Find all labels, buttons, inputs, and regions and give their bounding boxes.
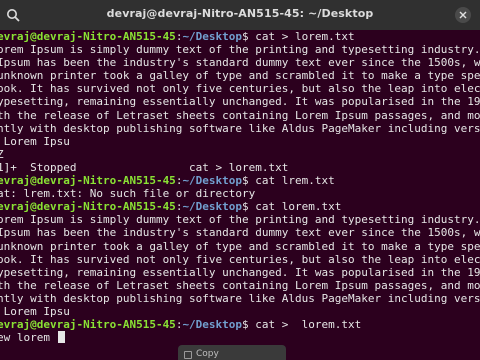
prompt-path: ~/Desktop bbox=[182, 30, 243, 43]
terminal-output[interactable]: evraj@devraj-Nitro-AN515-45:~/Desktop$ c… bbox=[0, 30, 480, 360]
command-text: cat > lorem.txt bbox=[248, 318, 362, 332]
command-text: cat lrem.txt bbox=[248, 174, 335, 188]
output-line: unknown printer took a galley of type an… bbox=[0, 239, 480, 253]
prompt-line: evraj@devraj-Nitro-AN515-45:~/Desktop$ c… bbox=[0, 200, 480, 213]
prompt-user: evraj@devraj-Nitro-AN515-45 bbox=[0, 318, 176, 332]
copy-tooltip[interactable]: Copy bbox=[178, 345, 286, 360]
output-line: Ipsum has been the industry's standard d… bbox=[0, 226, 480, 240]
prompt-line: evraj@devraj-Nitro-AN515-45:~/Desktop$ c… bbox=[0, 318, 480, 331]
text-cursor bbox=[57, 331, 65, 344]
command-text: cat > lorem.txt bbox=[248, 30, 355, 43]
output-line: th the release of Letraset sheets contai… bbox=[0, 278, 480, 292]
command-text: cat lorem.txt bbox=[248, 200, 342, 214]
output-line: 1]+ Stopped cat > lorem.txt bbox=[0, 160, 289, 174]
close-button[interactable] bbox=[452, 4, 474, 26]
output-line: at: lrem.txt: No such file or directory bbox=[0, 187, 256, 201]
prompt-user: evraj@devraj-Nitro-AN515-45 bbox=[0, 174, 176, 188]
prompt-symbol: $ bbox=[242, 318, 249, 332]
terminal-window: devraj@devraj-Nitro-AN515-45: ~/Desktop … bbox=[0, 0, 480, 360]
output-line: ypesetting, remaining essentially unchan… bbox=[0, 95, 480, 109]
output-line: th the release of Letraset sheets contai… bbox=[0, 108, 480, 122]
prompt-path: ~/Desktop bbox=[182, 318, 243, 332]
prompt-user: evraj@devraj-Nitro-AN515-45 bbox=[0, 30, 176, 43]
window-title: devraj@devraj-Nitro-AN515-45: ~/Desktop bbox=[106, 7, 374, 20]
output-line: ypesetting, remaining essentially unchan… bbox=[0, 265, 480, 279]
output-line: Lorem Ipsu bbox=[0, 134, 70, 148]
prompt-path: ~/Desktop bbox=[182, 174, 243, 188]
copy-tooltip-label: Copy bbox=[196, 349, 219, 359]
copy-icon bbox=[184, 351, 192, 359]
output-line: orem Ipsum is simply dummy text of the p… bbox=[0, 213, 480, 227]
output-line: ntly with desktop publishing software li… bbox=[0, 291, 480, 305]
output-line: Lorem Ipsu bbox=[0, 304, 70, 318]
prompt-path: ~/Desktop bbox=[182, 200, 243, 214]
output-line: Z bbox=[0, 147, 4, 161]
prompt-line: evraj@devraj-Nitro-AN515-45:~/Desktop$ c… bbox=[0, 30, 480, 43]
prompt-line: evraj@devraj-Nitro-AN515-45:~/Desktop$ c… bbox=[0, 174, 480, 187]
prompt-symbol: $ bbox=[242, 200, 249, 214]
prompt-symbol: $ bbox=[242, 174, 249, 188]
output-line: Ipsum has been the industry's standard d… bbox=[0, 56, 480, 70]
title-bar[interactable]: devraj@devraj-Nitro-AN515-45: ~/Desktop bbox=[0, 0, 480, 30]
close-icon bbox=[455, 7, 471, 23]
input-text[interactable]: ew lorem bbox=[0, 331, 57, 344]
output-line: unknown printer took a galley of type an… bbox=[0, 69, 480, 83]
prompt-user: evraj@devraj-Nitro-AN515-45 bbox=[0, 200, 176, 214]
output-line: ook. It has survived not only five centu… bbox=[0, 252, 480, 266]
output-line: orem Ipsum is simply dummy text of the p… bbox=[0, 43, 480, 57]
prompt-symbol: $ bbox=[242, 30, 249, 43]
output-line: ntly with desktop publishing software li… bbox=[0, 121, 480, 135]
input-line: ew lorem bbox=[0, 331, 480, 344]
output-line: ook. It has survived not only five centu… bbox=[0, 82, 480, 96]
